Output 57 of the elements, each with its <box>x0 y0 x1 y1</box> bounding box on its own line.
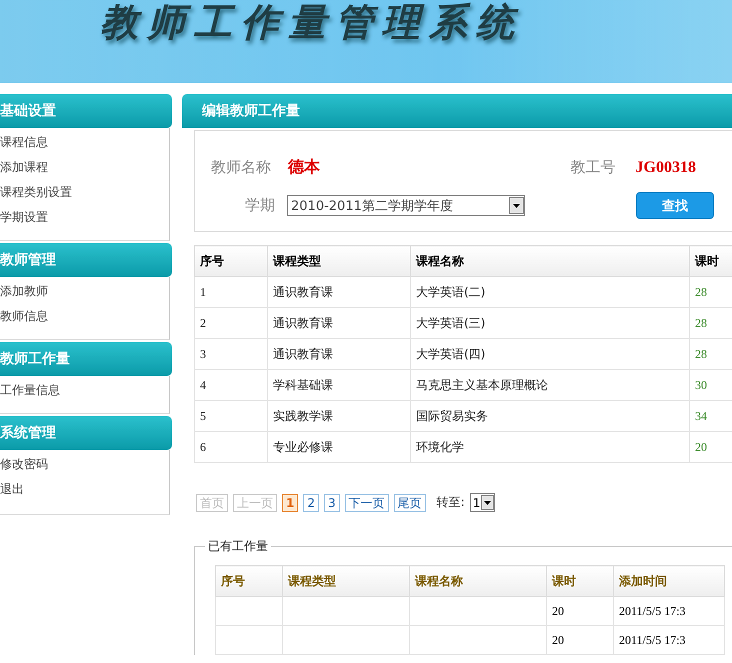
column-header: 课时 <box>690 246 732 276</box>
sidebar-item[interactable]: 学期设置 <box>0 205 169 230</box>
goto-label: 转至: <box>436 494 465 511</box>
staff-id-value: JG00318 <box>636 158 696 176</box>
dropdown-caret-icon <box>509 197 524 214</box>
sidebar-item[interactable]: 修改密码 <box>0 452 169 477</box>
table-cell: 大学英语(三) <box>410 308 690 338</box>
term-dropdown[interactable]: 2010-2011第二学期学年度 <box>287 195 525 216</box>
table-cell: 学科基础课 <box>268 370 410 400</box>
column-header: 课程名称 <box>410 246 690 276</box>
pagination-link[interactable]: 2 <box>303 494 319 512</box>
panel-header: 编辑教师工作量 <box>182 94 732 128</box>
pagination-link[interactable]: 下一页 <box>344 494 389 512</box>
column-header: 序号 <box>194 246 268 276</box>
table-cell: 6 <box>194 432 268 462</box>
term-label: 学期 <box>244 196 275 215</box>
pagination-link[interactable]: 3 <box>324 494 340 512</box>
staff-id-label: 教工号 <box>570 158 616 177</box>
table-cell: 国际贸易实务 <box>410 400 690 432</box>
column-header: 课程名称 <box>410 566 546 596</box>
table-cell: 20 <box>546 596 614 626</box>
teacher-name-value: 德本 <box>288 157 320 178</box>
sidebar-item[interactable]: 教师信息 <box>0 304 169 329</box>
page-dropdown[interactable]: 1 <box>470 493 496 512</box>
table-cell: 2 <box>194 308 268 338</box>
table-cell: 大学英语(四) <box>410 338 690 370</box>
teacher-name-label: 教师名称 <box>211 158 272 177</box>
table-cell: 1 <box>194 276 268 308</box>
column-header: 课程类型 <box>282 566 410 596</box>
section-legend: 已有工作量 <box>205 538 271 555</box>
column-header: 添加时间 <box>614 566 724 596</box>
table-cell: 通识教育课 <box>268 308 410 338</box>
column-header: 课程类型 <box>268 246 410 276</box>
sidebar-item[interactable]: 工作量信息 <box>0 378 169 403</box>
table-cell: 4 <box>194 370 268 400</box>
table-cell: 大学英语(二) <box>410 276 690 308</box>
column-header: 序号 <box>216 566 282 596</box>
table-cell: 2011/5/5 17:3 <box>614 626 724 654</box>
sidebar-item[interactable]: 课程类别设置 <box>0 180 169 205</box>
pagination-link[interactable]: 尾页 <box>394 494 426 512</box>
table-cell: 通识教育课 <box>268 276 410 308</box>
table-cell: 5 <box>194 400 268 432</box>
column-header: 课时 <box>546 566 614 596</box>
table-cell: 马克思主义基本原理概论 <box>410 370 690 400</box>
sidebar-item[interactable]: 课程信息 <box>0 130 169 155</box>
table-cell: 20 <box>546 626 614 654</box>
table-cell: 专业必修课 <box>268 432 410 462</box>
table-cell: 2011/5/5 17:3 <box>614 596 724 626</box>
dropdown-caret-icon <box>481 495 494 510</box>
system-title: 教师工作量管理系统 <box>100 0 523 46</box>
table-cell: 实践教学课 <box>268 400 410 432</box>
sidebar-item[interactable]: 添加课程 <box>0 155 169 180</box>
table-cell: 通识教育课 <box>268 338 410 370</box>
table-cell: 环境化学 <box>410 432 690 462</box>
sidebar-item[interactable]: 添加教师 <box>0 279 169 304</box>
sidebar-item[interactable]: 退出 <box>0 477 169 502</box>
table-cell: 3 <box>194 338 268 370</box>
